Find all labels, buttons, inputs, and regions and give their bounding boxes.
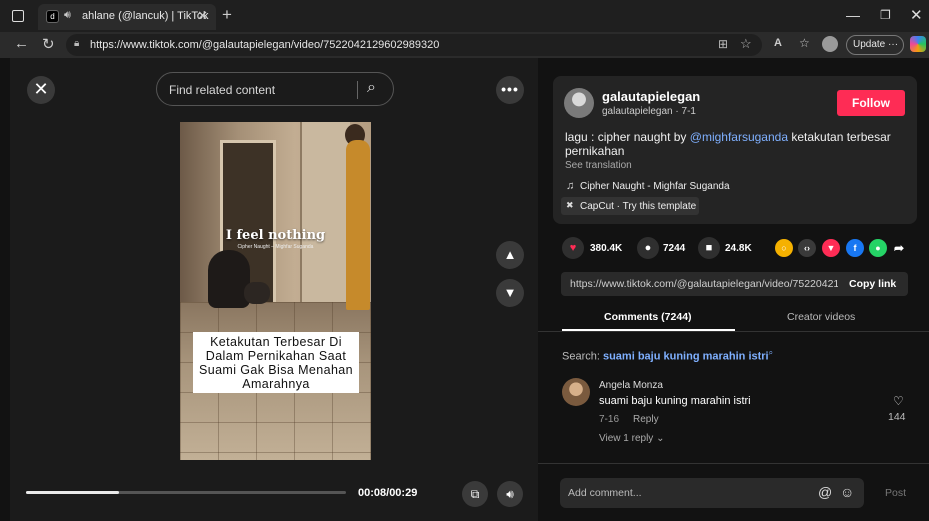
mention-at-icon[interactable]: @ [818,484,832,500]
send-direct-icon[interactable]: ▼ [822,239,840,257]
share-arrow-icon[interactable]: ➦ [890,239,908,257]
tab-comments[interactable]: Comments (7244) [604,311,692,323]
search-small-icon[interactable]: ⌕ [769,348,773,357]
author-username[interactable]: galautapielegan [602,89,700,104]
like-heart-icon[interactable]: ♥ [562,237,584,259]
chevron-down-icon: ⌄ [656,433,665,444]
related-search-input[interactable]: Find related content [169,83,275,97]
capcut-icon: ✖ [566,200,574,210]
capcut-link[interactable]: CapCut · Try this template [580,201,696,212]
comment-like-count: 144 [888,411,906,423]
related-search-box[interactable]: Find related content ⌕ [156,72,394,106]
comment-count: 7244 [663,243,686,254]
follow-button[interactable]: Follow [837,90,905,116]
video-link-text[interactable]: https://www.tiktok.com/@galautapielegan/… [570,278,838,290]
favorite-star-icon[interactable]: ☆ [740,36,752,52]
progress-fill [26,491,119,494]
browser-titlebar: d 🔊︎ ahlane (@lancuk) | TikTok ✕ + — ❐ ✕ [0,0,929,32]
whatsapp-icon[interactable]: ● [869,239,887,257]
update-button[interactable]: Update ··· [846,35,904,55]
author-handle-date: galautapielegan · 7-1 [602,106,696,117]
lock-icon[interactable]: 🔒︎ [74,38,79,49]
commenter-avatar[interactable] [562,378,590,406]
sidebar-toggle-icon[interactable] [12,10,24,22]
author-avatar[interactable] [564,88,594,118]
close-tab-icon[interactable]: ✕ [197,8,208,24]
comment-date: 7-16 [599,414,620,425]
video-overlay-subtitle: Cipher Naught – Mighfar Suganda [237,244,314,250]
comment-text: suami baju kuning marahin istri [599,395,751,407]
post-description: lagu : cipher naught by @mighfarsuganda … [565,130,910,158]
desc-mention[interactable]: @mighfarsuganda [690,130,788,144]
share-embed-icon[interactable]: ○ [775,239,793,257]
music-note-icon: ♫ [566,180,575,192]
progress-bar[interactable] [26,491,346,494]
copy-link-button[interactable]: Copy link [849,278,896,290]
search-icon[interactable]: ⌕ [367,79,376,97]
browser-tab[interactable]: d 🔊︎ ahlane (@lancuk) | TikTok ✕ [38,4,216,30]
pip-button[interactable]: ⧉ [462,481,488,507]
emoji-icon[interactable]: ☺ [840,484,854,500]
tab-creator-videos[interactable]: Creator videos [787,311,855,323]
favorites-icon[interactable]: ☆ [799,36,810,50]
view-replies-button[interactable]: View 1 reply ⌄ [599,433,664,444]
browser-navbar: ← ↻ 🔒︎ https://www.tiktok.com/@galautapi… [0,32,929,58]
bookmark-icon[interactable]: ■ [698,237,720,259]
save-count: 24.8K [725,243,752,254]
tiktok-favicon-icon: d [46,10,59,23]
comment-like-icon[interactable]: ♡ [893,394,904,408]
read-aloud-icon[interactable]: A [774,37,782,49]
commenter-name[interactable]: Angela Monza [599,380,663,391]
reply-button[interactable]: Reply [633,414,659,425]
comment-search-term[interactable]: suami baju kuning marahin istri [603,351,769,363]
minimize-icon[interactable]: — [846,7,860,23]
video-frame[interactable]: I feel nothing Cipher Naught – Mighfar S… [180,122,371,460]
app-icon[interactable]: ⊞ [718,37,728,51]
music-link[interactable]: Cipher Naught - Mighfar Suganda [580,181,730,192]
window-close-icon[interactable]: ✕ [910,6,923,24]
desc-prefix: lagu : cipher naught by [565,130,690,144]
video-caption: Ketakutan Terbesar Di Dalam Pernikahan S… [193,332,359,393]
new-tab-icon[interactable]: + [222,5,232,25]
like-count: 380.4K [590,243,623,254]
comment-icon[interactable]: ● [637,237,659,259]
restore-icon[interactable]: ❐ [880,8,891,22]
close-video-button[interactable]: ✕ [27,76,55,104]
embed-code-icon[interactable]: ‹› [798,239,816,257]
more-options-button[interactable]: ••• [496,76,524,104]
search-label: Search: [562,350,603,363]
facebook-icon[interactable]: f [846,239,864,257]
volume-button[interactable]: 🔊︎ [497,481,523,507]
tab-title: ahlane (@lancuk) | TikTok [82,10,209,22]
view-replies-label: View 1 reply [599,433,654,444]
copilot-icon[interactable] [910,36,926,52]
post-comment-button[interactable]: Post [885,487,906,499]
more-icon: ··· [888,39,899,50]
back-icon[interactable]: ← [14,35,29,52]
comment-search-line: Search: suami baju kuning marahin istri⌕ [562,348,773,363]
add-comment-input[interactable]: Add comment... [568,487,642,499]
profile-avatar-icon[interactable] [822,36,838,52]
previous-video-button[interactable]: ▲ [496,241,524,269]
update-label: Update [853,39,886,50]
video-overlay-title: I feel nothing [225,228,326,243]
reload-icon[interactable]: ↻ [42,35,55,53]
next-video-button[interactable]: ▼ [496,279,524,307]
video-time: 00:08/00:29 [358,487,418,499]
address-bar[interactable]: 🔒︎ https://www.tiktok.com/@galautapieleg… [66,34,762,56]
see-translation-link[interactable]: See translation [565,160,632,171]
url-text[interactable]: https://www.tiktok.com/@galautapielegan/… [90,39,439,51]
speaker-icon[interactable]: 🔊︎ [64,9,71,22]
